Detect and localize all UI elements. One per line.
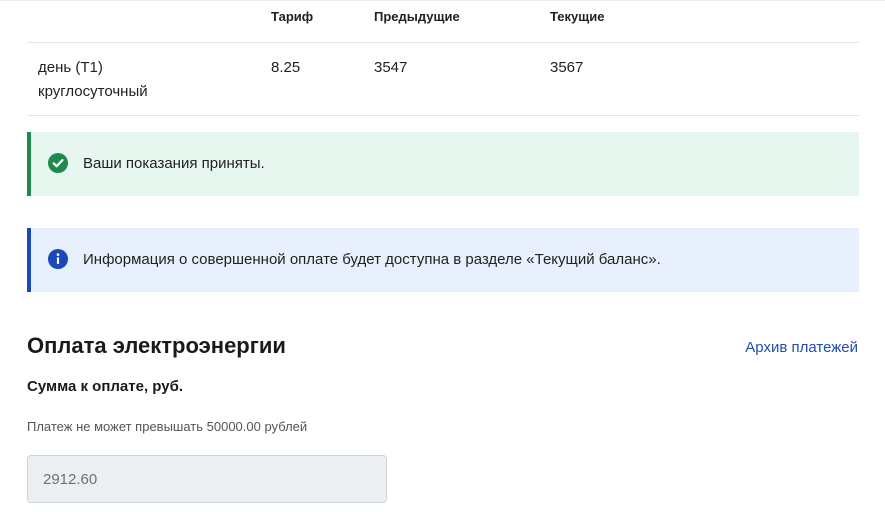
zone-name: день (Т1)	[38, 59, 103, 76]
header-divider	[27, 42, 859, 43]
success-alert-text: Ваши показания приняты.	[83, 155, 265, 172]
check-circle-icon	[48, 153, 68, 173]
header-current: Текущие	[550, 9, 605, 24]
row-divider	[27, 115, 859, 116]
payment-title: Оплата электроэнергии	[27, 333, 286, 358]
current-value: 3567	[550, 59, 584, 76]
payment-limit-note: Платеж не может превышать 50000.00 рубле…	[27, 419, 308, 434]
amount-label: Сумма к оплате, руб.	[27, 378, 184, 395]
page: Тариф Предыдущие Текущие день (Т1) кругл…	[0, 0, 885, 512]
payment-archive-link[interactable]: Архив платежей	[745, 339, 858, 356]
amount-input[interactable]	[27, 455, 387, 503]
tariff-value: 8.25	[271, 59, 301, 76]
info-circle-icon	[48, 249, 68, 269]
success-alert: Ваши показания приняты.	[27, 132, 859, 196]
info-alert: Информация о совершенной оплате будет до…	[27, 228, 859, 292]
previous-value: 3547	[374, 59, 408, 76]
zone-note: круглосуточный	[38, 83, 148, 100]
top-divider	[0, 0, 885, 1]
header-tariff: Тариф	[271, 9, 314, 24]
header-previous: Предыдущие	[374, 9, 460, 24]
info-alert-text: Информация о совершенной оплате будет до…	[83, 251, 661, 268]
